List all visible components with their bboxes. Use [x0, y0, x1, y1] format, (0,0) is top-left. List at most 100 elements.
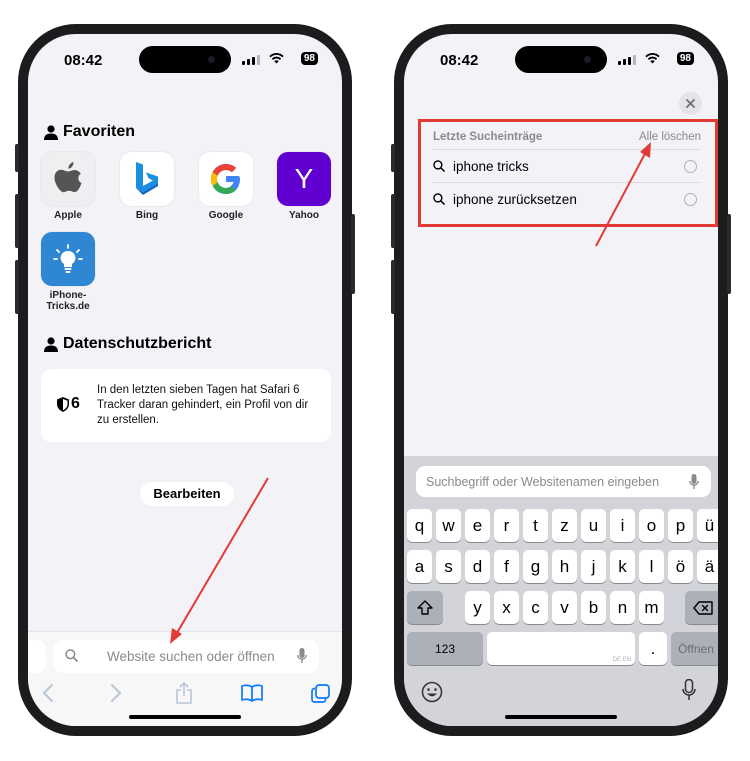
key-b[interactable]: b: [581, 591, 606, 624]
microphone-icon[interactable]: [297, 648, 307, 664]
key-f[interactable]: f: [494, 550, 519, 583]
favorite-label: Google: [208, 210, 244, 221]
key-d[interactable]: d: [465, 550, 490, 583]
address-bar[interactable]: Website suchen oder öffnen: [53, 640, 319, 673]
favorites-title: Favoriten: [63, 123, 136, 140]
back-icon[interactable]: [42, 684, 54, 702]
key-l[interactable]: l: [639, 550, 664, 583]
dictation-icon[interactable]: [682, 679, 696, 701]
key-i[interactable]: i: [610, 509, 635, 542]
wifi-icon: [645, 52, 660, 64]
bookmarks-icon[interactable]: [241, 684, 263, 702]
numbers-key[interactable]: 123: [407, 632, 483, 665]
search-placeholder: Suchbegriff oder Websitenamen eingeben: [426, 475, 660, 489]
address-placeholder: Website suchen oder öffnen: [107, 649, 275, 664]
bing-logo-icon: [120, 152, 174, 206]
share-icon[interactable]: [175, 682, 193, 704]
fill-in-arrow-icon[interactable]: [684, 193, 697, 206]
privacy-text: In den letzten sieben Tagen hat Safari 6…: [97, 384, 309, 426]
status-time: 08:42: [440, 52, 479, 69]
apple-logo-icon: [41, 152, 95, 206]
emoji-icon[interactable]: [421, 681, 443, 703]
period-key[interactable]: .: [639, 632, 667, 665]
key-s[interactable]: s: [436, 550, 461, 583]
tabs-icon[interactable]: [311, 684, 330, 703]
yahoo-logo-icon: Y: [277, 152, 331, 206]
clear-all-button[interactable]: Alle löschen: [639, 131, 701, 143]
key-m[interactable]: m: [639, 591, 664, 624]
privacy-report-card[interactable]: 6 In den letzten sieben Tagen hat Safari…: [41, 369, 331, 442]
person-icon: [44, 336, 58, 352]
key-ü[interactable]: ü: [697, 509, 718, 542]
tracker-count-value: 6: [71, 395, 80, 412]
dynamic-island: [139, 46, 231, 73]
key-w[interactable]: w: [436, 509, 461, 542]
microphone-icon[interactable]: [689, 474, 699, 490]
favorites-heading: Favoriten: [44, 123, 135, 141]
favorite-bing[interactable]: Bing: [120, 152, 174, 221]
key-o[interactable]: o: [639, 509, 664, 542]
bottom-bar: Website suchen oder öffnen: [28, 631, 342, 726]
previous-tab-edge[interactable]: [28, 640, 46, 673]
key-n[interactable]: n: [610, 591, 635, 624]
key-a[interactable]: a: [407, 550, 432, 583]
key-j[interactable]: j: [581, 550, 606, 583]
search-input[interactable]: Suchbegriff oder Websitenamen eingeben: [416, 466, 711, 497]
key-x[interactable]: x: [494, 591, 519, 624]
key-c[interactable]: c: [523, 591, 548, 624]
key-h[interactable]: h: [552, 550, 577, 583]
forward-icon[interactable]: [110, 684, 122, 702]
key-ä[interactable]: ä: [697, 550, 718, 583]
favorite-label: Yahoo: [288, 210, 319, 221]
fill-in-arrow-icon[interactable]: [684, 160, 697, 173]
favorite-label: Apple: [54, 210, 82, 221]
favorite-apple[interactable]: Apple: [41, 152, 95, 221]
backspace-key[interactable]: [685, 591, 718, 624]
tracker-count: 6: [57, 395, 80, 413]
shift-icon: [417, 600, 433, 615]
key-v[interactable]: v: [552, 591, 577, 624]
dynamic-island: [515, 46, 607, 73]
key-p[interactable]: p: [668, 509, 693, 542]
key-g[interactable]: g: [523, 550, 548, 583]
key-r[interactable]: r: [494, 509, 519, 542]
backspace-icon: [693, 600, 713, 615]
lightbulb-icon: [41, 232, 95, 286]
google-logo-icon: [199, 152, 253, 206]
favorite-google[interactable]: Google: [199, 152, 253, 221]
key-k[interactable]: k: [610, 550, 635, 583]
recent-search-item[interactable]: iphone zurücksetzen: [433, 182, 701, 215]
search-icon: [65, 649, 78, 662]
key-z[interactable]: z: [552, 509, 577, 542]
key-e[interactable]: e: [465, 509, 490, 542]
key-u[interactable]: u: [581, 509, 606, 542]
recent-searches-title: Letzte Sucheinträge: [433, 131, 543, 143]
recent-search-item[interactable]: iphone tricks: [433, 149, 701, 182]
search-icon: [433, 193, 445, 205]
key-y[interactable]: y: [465, 591, 490, 624]
favorite-yahoo[interactable]: Y Yahoo: [277, 152, 331, 221]
close-button[interactable]: [679, 92, 702, 115]
privacy-heading: Datenschutzbericht: [44, 335, 211, 353]
key-ö[interactable]: ö: [668, 550, 693, 583]
signal-icon: [242, 55, 260, 65]
search-icon: [433, 160, 445, 172]
recent-searches-panel: Letzte Sucheinträge Alle löschen iphone …: [418, 119, 718, 227]
space-key[interactable]: DE EN: [487, 632, 635, 665]
recent-search-text: iphone tricks: [453, 158, 529, 174]
status-time: 08:42: [64, 52, 103, 69]
left-phone-frame: 08:42 98 Favoriten Apple Bing Google Y Y…: [15, 24, 355, 736]
edit-button[interactable]: Bearbeiten: [140, 482, 234, 506]
key-t[interactable]: t: [523, 509, 548, 542]
right-phone-frame: 08:42 98 Letzte Sucheinträge Alle lösche…: [391, 24, 731, 736]
home-indicator: [505, 715, 617, 719]
favorite-label: Bing: [135, 210, 159, 221]
open-key[interactable]: Öffnen: [671, 632, 718, 665]
shift-key[interactable]: [407, 591, 443, 624]
key-q[interactable]: q: [407, 509, 432, 542]
safari-search-view: 08:42 98 Letzte Sucheinträge Alle lösche…: [404, 34, 718, 726]
favorite-iphone-tricks[interactable]: iPhone- Tricks.de: [41, 232, 95, 312]
keyboard-language-indicator: DE EN: [612, 657, 631, 663]
battery-level: 98: [676, 52, 694, 65]
signal-icon: [618, 55, 636, 65]
